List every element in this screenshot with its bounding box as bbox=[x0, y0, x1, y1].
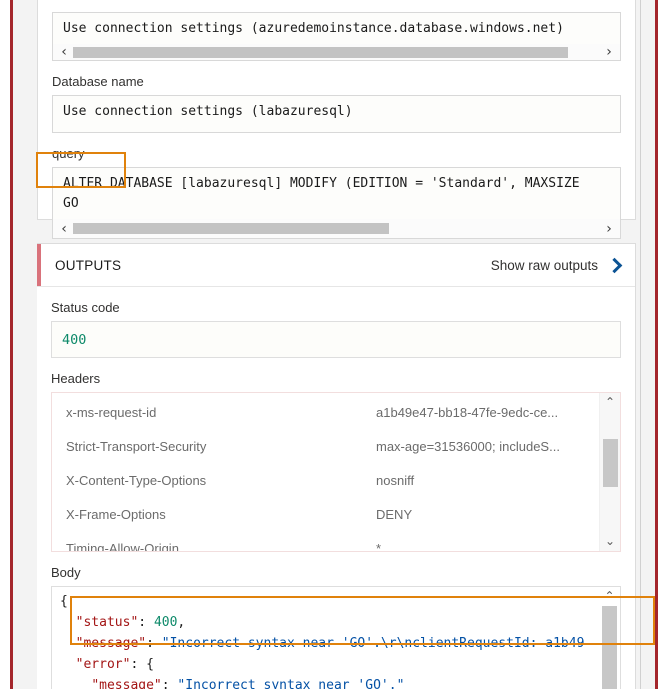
json-line: "status": 400, bbox=[60, 612, 598, 633]
json-token-pun: { bbox=[60, 594, 68, 609]
query-field[interactable]: ALTER DATABASE [labazuresql] MODIFY (EDI… bbox=[52, 167, 621, 239]
headers-panel: x-ms-request-id a1b49e47-bb18-47fe-9edc-c… bbox=[51, 392, 621, 552]
query-scroll-right-arrow[interactable]: › bbox=[602, 222, 616, 236]
query-scroll-track[interactable] bbox=[73, 223, 600, 234]
query-scroll-thumb[interactable] bbox=[73, 223, 390, 234]
body-label: Body bbox=[51, 565, 81, 580]
page-left-margin bbox=[0, 0, 10, 689]
body-scroll-thumb[interactable] bbox=[602, 606, 617, 689]
outputs-card: OUTPUTS Show raw outputs Status code 400… bbox=[37, 243, 636, 689]
page-right-gutter bbox=[636, 0, 655, 689]
json-token-pun bbox=[60, 615, 76, 630]
query-line-1: ALTER DATABASE [labazuresql] MODIFY (EDI… bbox=[63, 176, 580, 191]
server-name-field[interactable]: Use connection settings (azuredemoinstan… bbox=[52, 12, 621, 44]
query-line-2: GO bbox=[63, 196, 79, 211]
json-token-key: "message" bbox=[91, 678, 162, 689]
headers-scroll-thumb[interactable] bbox=[603, 439, 618, 487]
headers-scroll-up-arrow[interactable]: ⌃ bbox=[600, 393, 620, 412]
header-key: X-Frame-Options bbox=[66, 506, 166, 522]
query-hscrollbar[interactable]: ‹ › bbox=[53, 219, 620, 238]
right-divider bbox=[640, 0, 641, 689]
run-details-page: Use connection settings (azuredemoinstan… bbox=[0, 0, 668, 689]
inputs-fields: Use connection settings (azuredemoinstan… bbox=[38, 12, 635, 239]
inputs-card: Use connection settings (azuredemoinstan… bbox=[37, 0, 636, 239]
json-token-key: "error" bbox=[75, 657, 131, 672]
header-row: Strict-Transport-Security max-age=3153600… bbox=[52, 429, 598, 463]
json-token-pun: : bbox=[138, 615, 154, 630]
headers-label: Headers bbox=[51, 371, 101, 386]
body-scroll-up-arrow[interactable]: ⌃ bbox=[599, 587, 620, 606]
header-value: DENY bbox=[376, 506, 413, 522]
headers-list: x-ms-request-id a1b49e47-bb18-47fe-9edc-c… bbox=[52, 393, 598, 552]
header-value: a1b49e47-bb18-47fe-9edc-ce... bbox=[376, 404, 559, 420]
json-token-key: "status" bbox=[75, 615, 139, 630]
server-field-hscrollbar[interactable]: ‹ › bbox=[52, 44, 621, 61]
header-value: max-age=31536000; includeS... bbox=[376, 438, 560, 454]
headers-scroll-down-arrow[interactable]: ⌄ bbox=[600, 532, 620, 551]
query-label: query bbox=[52, 146, 85, 161]
status-code-field: 400 bbox=[51, 321, 621, 358]
json-token-key: "message" bbox=[75, 636, 147, 651]
status-code-value: 400 bbox=[62, 331, 87, 348]
header-key: Strict-Transport-Security bbox=[66, 438, 207, 454]
json-token-pun: : { bbox=[130, 657, 154, 672]
json-token-str: "Incorrect syntax near 'GO'." bbox=[177, 678, 405, 689]
chevron-right-icon[interactable] bbox=[607, 258, 621, 272]
right-accent-rail bbox=[655, 0, 658, 689]
header-key: X-Content-Type-Options bbox=[66, 472, 207, 488]
json-line: { bbox=[60, 591, 598, 612]
scroll-track[interactable] bbox=[73, 46, 600, 58]
scroll-thumb[interactable] bbox=[73, 46, 569, 58]
headers-vscrollbar[interactable]: ⌃ ⌄ bbox=[599, 393, 620, 551]
header-key: x-ms-request-id bbox=[66, 404, 157, 420]
header-row: X-Frame-Options DENY bbox=[52, 497, 598, 531]
json-line: "error": { bbox=[60, 654, 598, 675]
json-token-num: 400 bbox=[153, 615, 178, 630]
scroll-left-arrow[interactable]: ‹ bbox=[57, 45, 71, 59]
status-code-label: Status code bbox=[51, 300, 120, 315]
show-raw-outputs-button[interactable]: Show raw outputs bbox=[491, 258, 621, 273]
scroll-right-arrow[interactable]: › bbox=[602, 45, 616, 59]
page-left-gutter bbox=[13, 0, 37, 689]
body-vscrollbar[interactable]: ⌃ bbox=[599, 587, 620, 689]
header-row: X-Content-Type-Options nosniff bbox=[52, 463, 598, 497]
json-token-pun: , bbox=[177, 615, 186, 630]
outputs-fields: Status code 400 Headers x-ms-request-id a… bbox=[37, 300, 635, 689]
json-token-pun: : bbox=[161, 678, 178, 689]
json-line: "message": "Incorrect syntax near 'GO'.\… bbox=[60, 633, 598, 654]
show-raw-outputs-label: Show raw outputs bbox=[490, 257, 598, 273]
body-json-content: { "status": 400, "message": "Incorrect s… bbox=[52, 587, 598, 689]
header-row: x-ms-request-id a1b49e47-bb18-47fe-9edc-c… bbox=[52, 395, 598, 429]
header-value: * bbox=[376, 540, 382, 552]
json-token-pun bbox=[60, 636, 76, 651]
json-token-pun bbox=[60, 678, 91, 689]
page-right-margin bbox=[658, 0, 668, 689]
body-panel[interactable]: { "status": 400, "message": "Incorrect s… bbox=[51, 586, 621, 689]
json-token-str: "Incorrect syntax near 'GO'.\r\nclientRe… bbox=[161, 636, 585, 651]
json-token-pun bbox=[60, 657, 76, 672]
header-key: Timing-Allow-Origin bbox=[66, 540, 179, 552]
outputs-header: OUTPUTS Show raw outputs bbox=[37, 244, 635, 287]
database-name-field[interactable]: Use connection settings (labazuresql) bbox=[52, 95, 621, 133]
outputs-title: OUTPUTS bbox=[55, 257, 122, 273]
query-scroll-left-arrow[interactable]: ‹ bbox=[57, 222, 71, 236]
json-token-pun: : bbox=[146, 636, 162, 651]
header-value: nosniff bbox=[376, 472, 415, 488]
left-accent-rail bbox=[10, 0, 13, 689]
header-row: Timing-Allow-Origin * bbox=[52, 531, 598, 552]
json-line: "message": "Incorrect syntax near 'GO'." bbox=[60, 675, 598, 689]
database-name-label: Database name bbox=[52, 74, 144, 89]
